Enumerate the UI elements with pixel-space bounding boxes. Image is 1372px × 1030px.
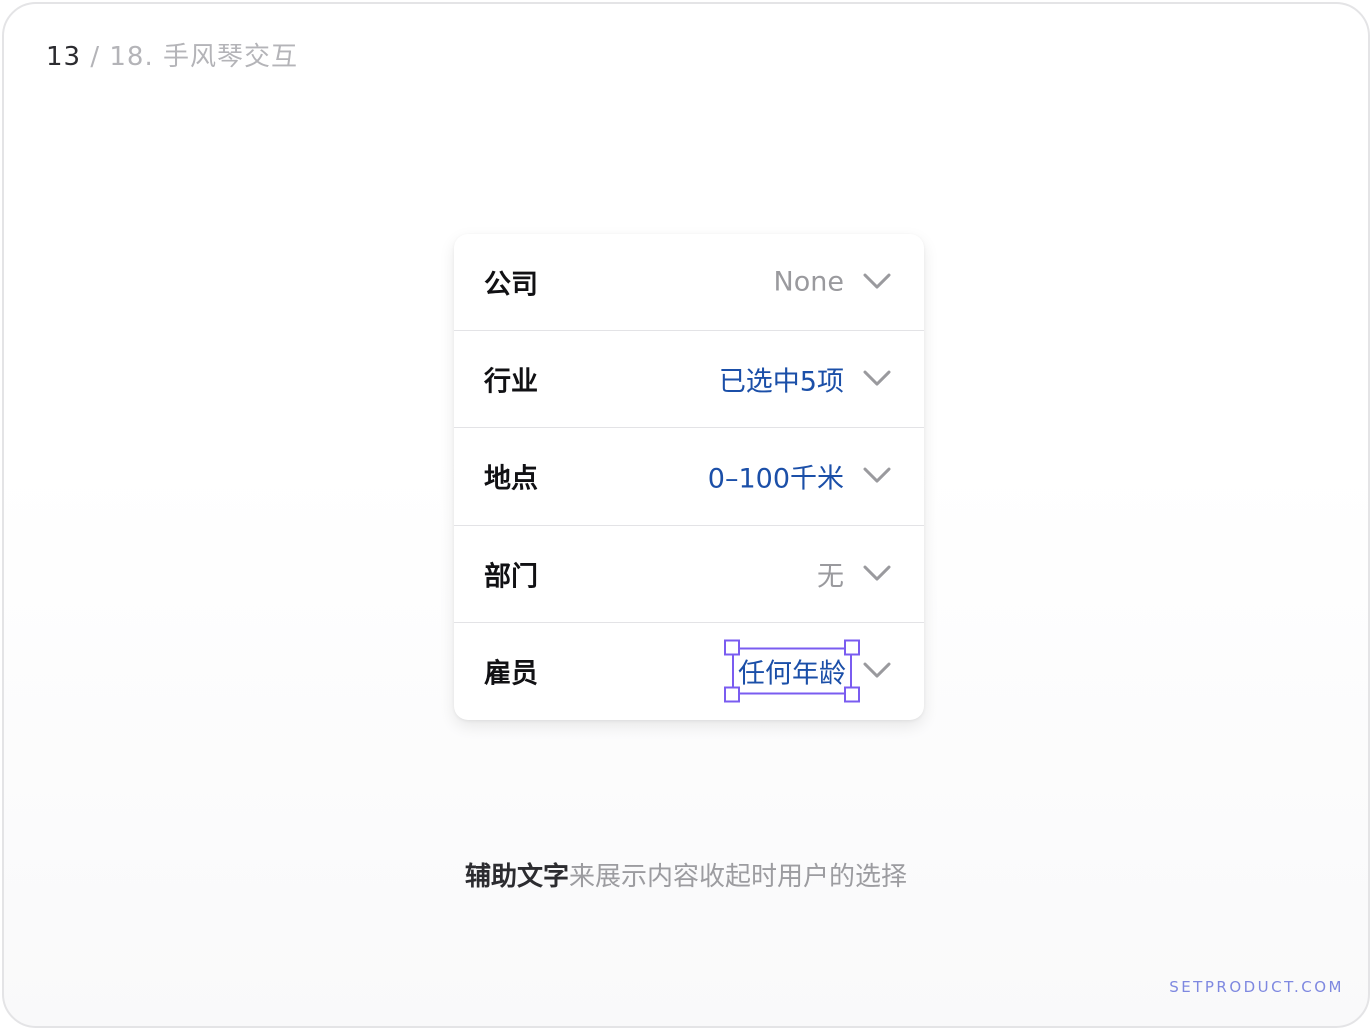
chevron-down-icon[interactable]	[862, 661, 892, 679]
caption-strong: 辅助文字	[464, 862, 569, 892]
row-value: None	[773, 266, 844, 298]
resize-handle[interactable]	[844, 686, 860, 703]
current-page-number: 13	[46, 42, 82, 72]
resize-handle[interactable]	[844, 639, 860, 656]
section-title: 手风琴交互	[163, 42, 299, 72]
caption: 辅助文字来展示内容收起时用户的选择	[4, 856, 1368, 893]
total-pages: / 18.	[81, 42, 154, 72]
slide-frame: 13 / 18. 手风琴交互 公司 None 行业 已选中5项 地点 0–100…	[2, 2, 1370, 1028]
accordion-card: 公司 None 行业 已选中5项 地点 0–100千米 部门 无 雇员 任何年龄	[454, 234, 924, 720]
chevron-down-icon[interactable]	[862, 467, 892, 485]
selection-box: 任何年龄	[724, 639, 860, 703]
row-value: 无	[817, 561, 844, 593]
chevron-down-icon[interactable]	[862, 272, 892, 290]
row-label: 雇员	[484, 658, 538, 690]
row-value: 0–100千米	[707, 463, 844, 495]
row-label: 地点	[484, 463, 538, 495]
row-label: 部门	[484, 561, 538, 593]
caption-light: 来展示内容收起时用户的选择	[569, 862, 908, 892]
brand-link[interactable]: SETPRODUCT.COM	[1169, 978, 1344, 996]
row-value: 任何年龄	[738, 658, 846, 690]
accordion-row-industry[interactable]: 行业 已选中5项	[454, 331, 924, 429]
row-label: 行业	[484, 366, 538, 398]
row-label: 公司	[484, 269, 538, 301]
chevron-down-icon[interactable]	[862, 564, 892, 582]
accordion-row-employees[interactable]: 雇员 任何年龄	[454, 623, 924, 720]
resize-handle[interactable]	[724, 639, 740, 656]
page-counter: 13 / 18. 手风琴交互	[46, 36, 298, 73]
chevron-down-icon[interactable]	[862, 369, 892, 387]
accordion-row-company[interactable]: 公司 None	[454, 234, 924, 332]
accordion-row-department[interactable]: 部门 无	[454, 526, 924, 623]
accordion-row-location[interactable]: 地点 0–100千米	[454, 428, 924, 526]
row-value: 已选中5项	[718, 366, 844, 398]
resize-handle[interactable]	[724, 686, 740, 703]
